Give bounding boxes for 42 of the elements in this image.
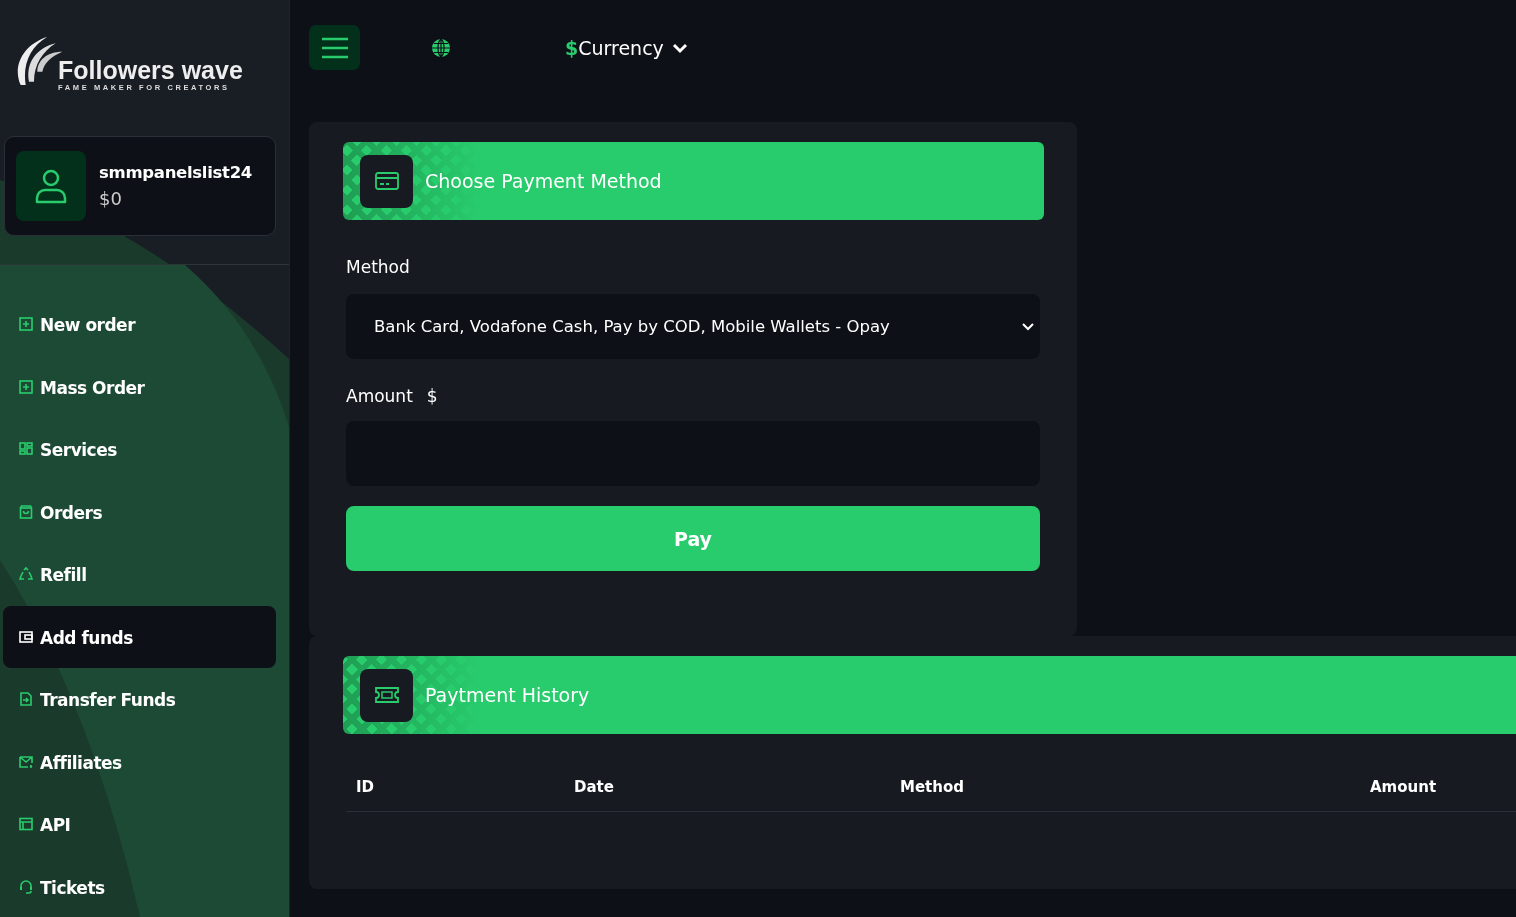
balance: $0 (99, 188, 123, 209)
mail-star-icon (19, 754, 33, 769)
column-header: ID (356, 778, 376, 796)
nav-item[interactable]: Refill (3, 543, 276, 606)
credit-card-icon (360, 154, 413, 208)
menu-icon (320, 36, 349, 59)
currency-symbol: $ (426, 386, 438, 406)
chevron-down-icon (1022, 322, 1034, 331)
currency-dropdown[interactable]: $Currency (565, 32, 688, 64)
nav-item[interactable]: Orders (3, 480, 276, 543)
nav-item[interactable]: Affiliates (3, 730, 276, 793)
method-label: Method (346, 257, 411, 277)
ticket-icon (360, 668, 413, 722)
recycle-icon (19, 567, 33, 581)
nav-item[interactable]: New order (3, 293, 276, 356)
plus-square-icon (19, 317, 33, 331)
wallet-icon (19, 629, 33, 644)
file-arrow-icon (19, 692, 33, 706)
username: smmpanelslist24 (99, 163, 253, 182)
nav-item[interactable]: Transfer Funds (3, 668, 276, 731)
column-header: Amount (1370, 778, 1438, 796)
nav-item[interactable]: Tickets (3, 855, 276, 917)
globe-icon[interactable] (431, 38, 451, 58)
grid-icon (19, 442, 33, 456)
menu-button[interactable] (309, 25, 360, 70)
logo-title: Followers wave (58, 57, 243, 83)
method-select[interactable]: Bank Card, Vodafone Cash, Pay by COD, Mobile Wallets - Opay (346, 294, 1040, 359)
card-title: Choose Payment Method (425, 170, 662, 192)
nav-item[interactable]: API (3, 793, 276, 856)
column-header: Method (900, 778, 965, 796)
nav-item[interactable]: Mass Order (3, 355, 276, 418)
card-title: Paytment History (425, 684, 590, 706)
nav-item[interactable]: Add funds (3, 605, 276, 668)
window-icon (19, 817, 33, 831)
avatar-icon (16, 151, 86, 221)
bag-icon (19, 504, 33, 519)
plus-square-icon (19, 379, 33, 394)
headset-icon (19, 879, 33, 894)
column-header: Date (574, 778, 615, 796)
chevron-down-icon (671, 42, 688, 54)
amount-label: Amount (346, 386, 413, 406)
nav-item[interactable]: Services (3, 418, 276, 481)
